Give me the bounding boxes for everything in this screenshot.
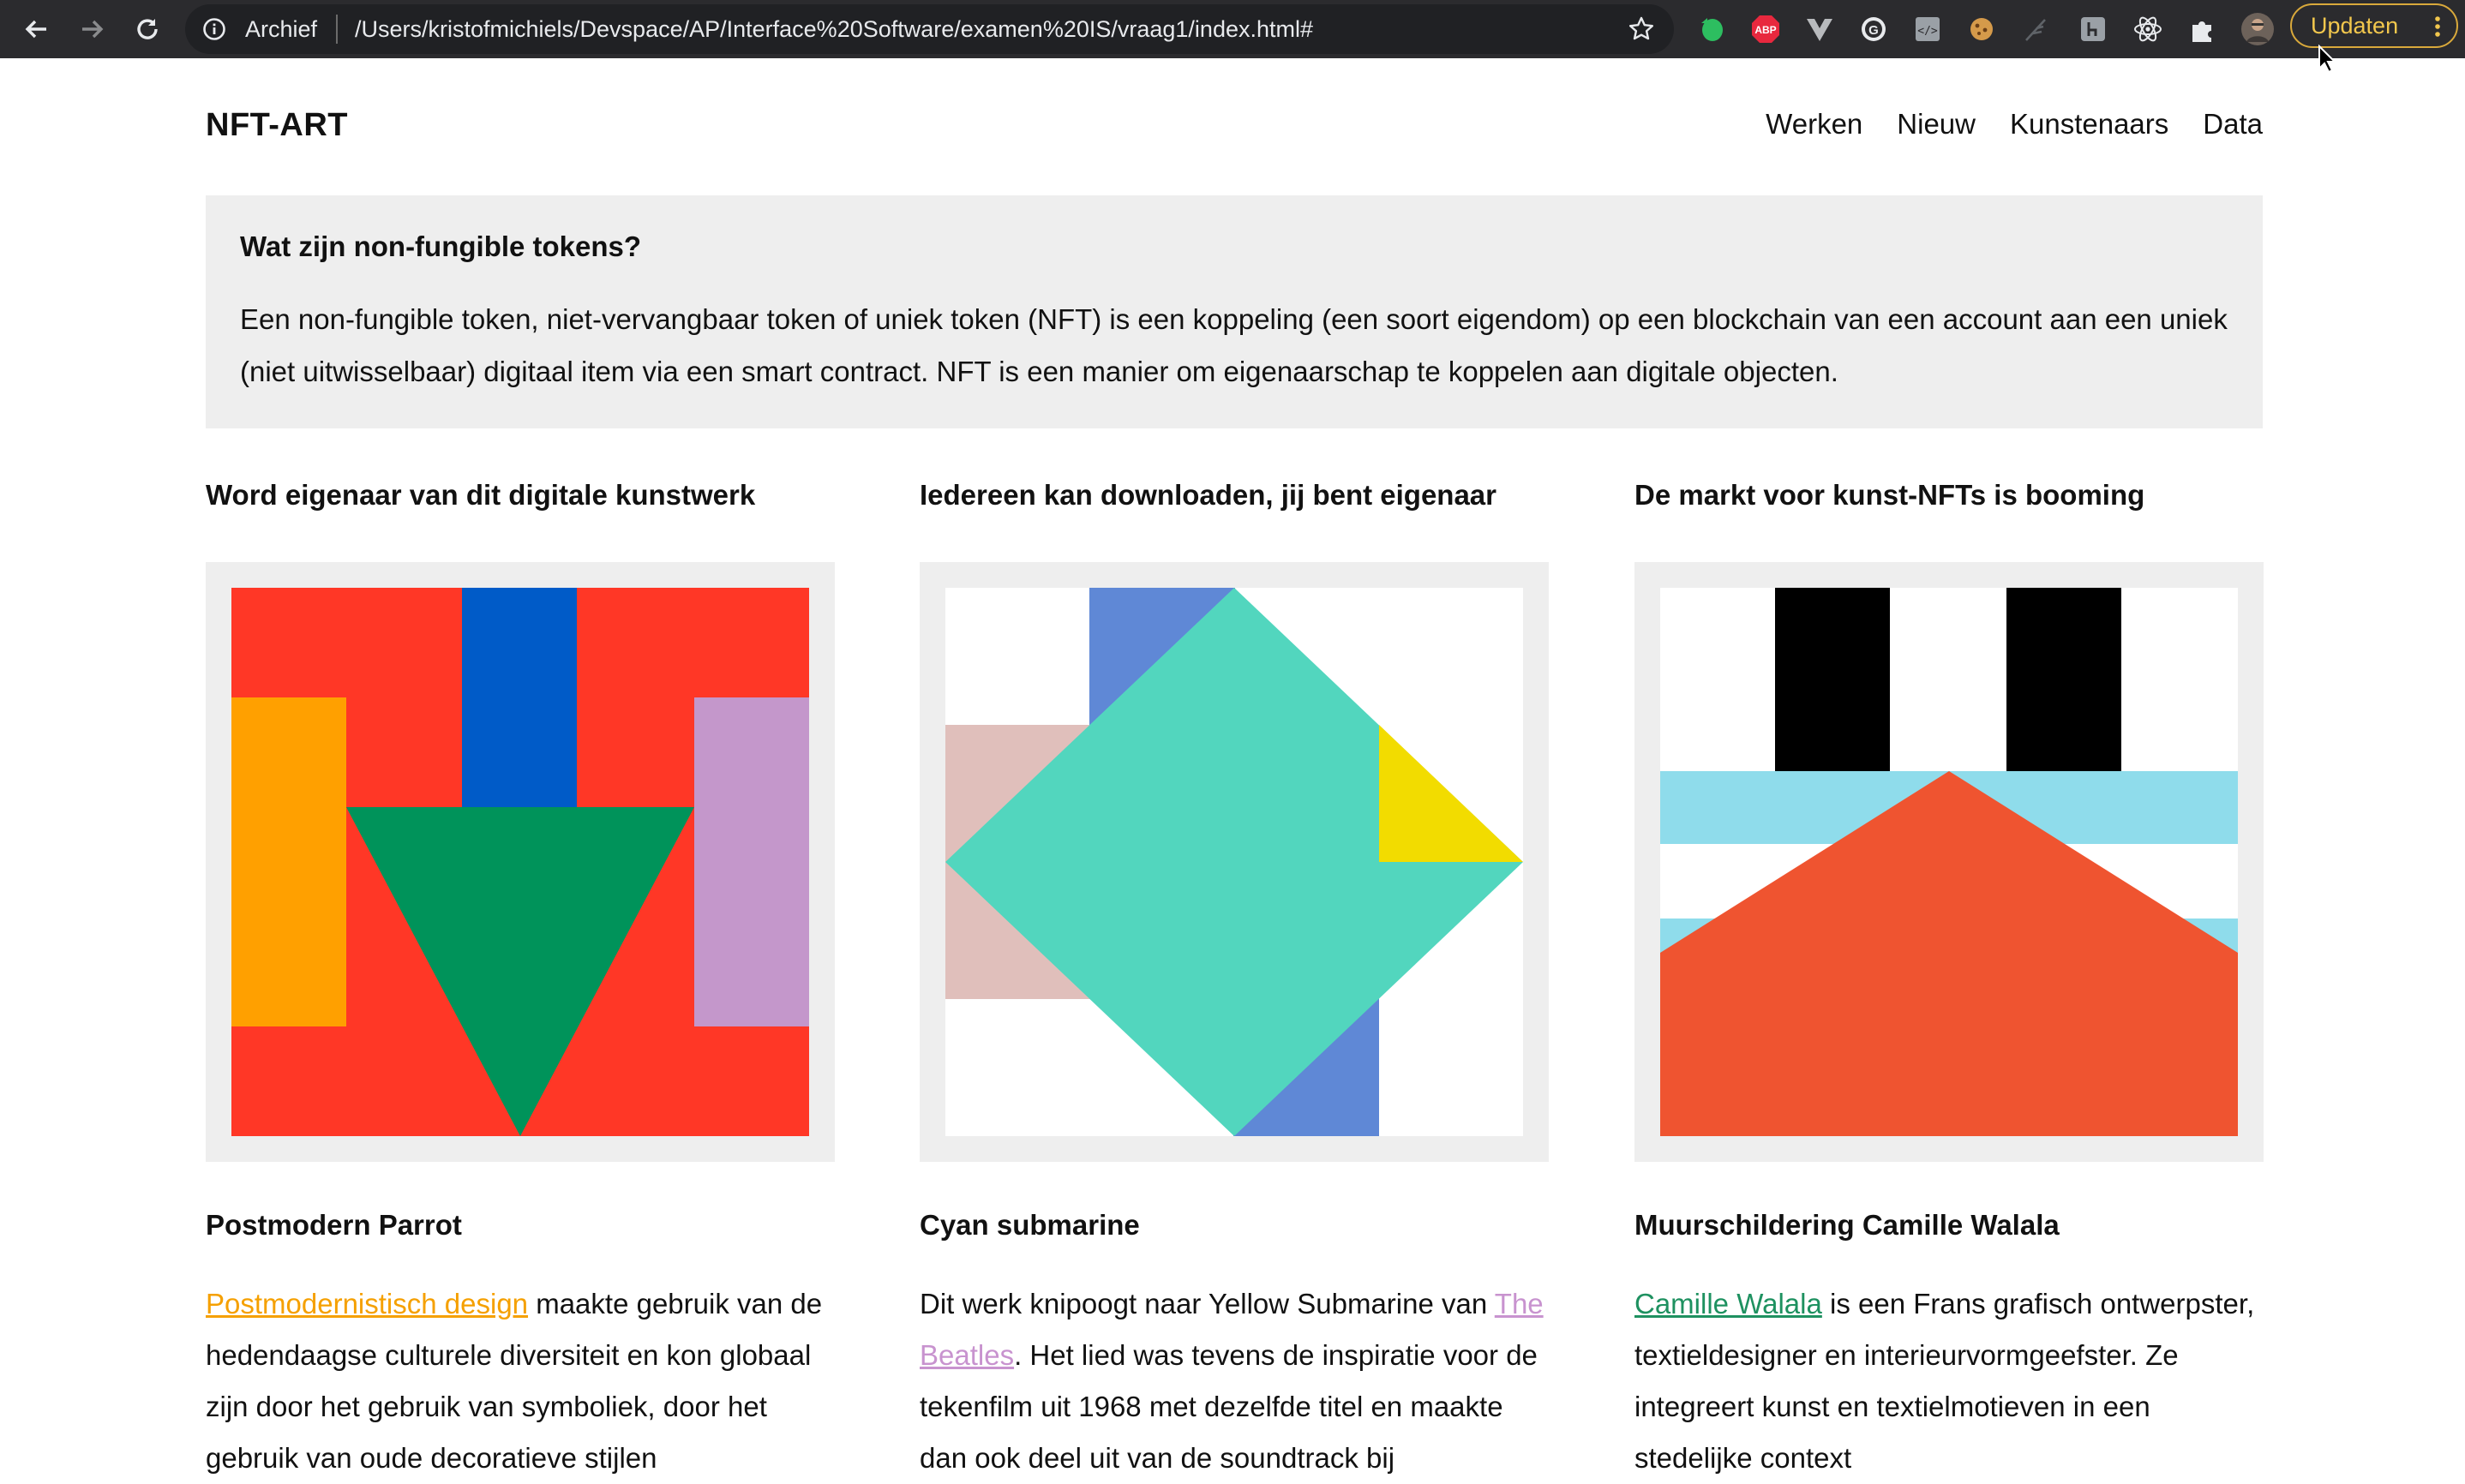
description-text-before: Dit werk knipoogt naar Yellow Submarine …: [920, 1288, 1495, 1319]
camille-walala-artwork: [1660, 588, 2238, 1136]
update-label: Updaten: [2311, 12, 2399, 39]
artwork-card-camille-walala: De markt voor kunst-NFTs is booming Muur…: [1634, 476, 2264, 1474]
menu-kebab-icon[interactable]: [2434, 15, 2441, 44]
svg-text:</>: </>: [1917, 25, 1938, 38]
site-title[interactable]: NFT-ART: [206, 106, 348, 144]
camille-walala-link[interactable]: Camille Walala: [1634, 1288, 1822, 1319]
vue-devtools-icon[interactable]: [1801, 10, 1838, 48]
art-black-bar-right: [2006, 588, 2121, 771]
intro-box: Wat zijn non-fungible tokens? Een non-fu…: [206, 195, 2263, 428]
nav-item-kunstenaars[interactable]: Kunstenaars: [2010, 106, 2168, 142]
card-heading: De markt voor kunst-NFTs is booming: [1634, 479, 2145, 511]
artwork-frame: [206, 562, 835, 1162]
location-label: Archief: [245, 16, 318, 42]
hypothesis-icon[interactable]: [2074, 10, 2112, 48]
back-icon[interactable]: [15, 9, 57, 50]
feather-icon[interactable]: [2017, 10, 2054, 48]
postmodernism-link[interactable]: Postmodernistisch design: [206, 1288, 528, 1319]
web-developer-icon[interactable]: </>: [1909, 10, 1946, 48]
artwork-title: Postmodern Parrot: [206, 1209, 462, 1241]
artwork-frame: [920, 562, 1549, 1162]
profile-avatar-icon[interactable]: [2239, 10, 2276, 48]
grammarly-icon[interactable]: G: [1855, 10, 1892, 48]
svg-text:G: G: [1868, 23, 1879, 38]
art-orange-block: [231, 697, 346, 1026]
address-separator: [336, 15, 338, 44]
cyan-submarine-artwork: [945, 588, 1523, 1136]
card-heading: Iedereen kan downloaden, jij bent eigena…: [920, 479, 1497, 511]
nav-item-werken[interactable]: Werken: [1766, 106, 1862, 142]
artwork-card-cyan-submarine: Iedereen kan downloaden, jij bent eigena…: [920, 476, 1549, 1474]
mouse-cursor-icon: [2318, 44, 2337, 78]
artwork-frame: [1634, 562, 2264, 1162]
artwork-description: Dit werk knipoogt naar Yellow Submarine …: [920, 1278, 1549, 1484]
artwork-description: Camille Walala is een Frans grafisch ont…: [1634, 1278, 2264, 1484]
artwork-title: Cyan submarine: [920, 1209, 1140, 1241]
nav-item-nieuw[interactable]: Nieuw: [1897, 106, 1976, 142]
address-bar[interactable]: Archief /Users/kristofmichiels/Devspace/…: [185, 4, 1674, 54]
art-black-bar-left: [1775, 588, 1890, 771]
update-button[interactable]: Updaten: [2290, 3, 2458, 48]
reload-icon[interactable]: [127, 9, 168, 50]
info-icon[interactable]: [202, 17, 226, 45]
adblock-plus-icon[interactable]: ABP: [1747, 10, 1784, 48]
react-devtools-icon[interactable]: [2129, 10, 2167, 48]
nav-item-data[interactable]: Data: [2203, 106, 2263, 142]
extensions-puzzle-icon[interactable]: [2184, 10, 2222, 48]
art-lilac-block: [694, 697, 809, 1026]
artwork-description: Postmodernistisch design maakte gebruik …: [206, 1278, 835, 1484]
card-heading: Word eigenaar van dit digitale kunstwerk: [206, 479, 756, 511]
intro-text: Een non-fungible token, niet-vervangbaar…: [240, 303, 2228, 387]
artwork-card-postmodern-parrot: Word eigenaar van dit digitale kunstwerk…: [206, 476, 835, 1474]
intro-heading: Wat zijn non-fungible tokens?: [240, 230, 642, 262]
cookie-icon[interactable]: [1963, 10, 2000, 48]
bookmark-star-icon[interactable]: [1628, 15, 1655, 47]
main-nav: Werken Nieuw Kunstenaars Data: [1766, 106, 2263, 142]
browser-toolbar: Archief /Users/kristofmichiels/Devspace/…: [0, 0, 2465, 58]
evernote-icon[interactable]: [1693, 10, 1730, 48]
artwork-title: Muurschildering Camille Walala: [1634, 1209, 2060, 1241]
art-blue-bar: [462, 588, 577, 807]
svg-text:ABP: ABP: [1754, 24, 1776, 36]
url-text[interactable]: /Users/kristofmichiels/Devspace/AP/Inter…: [355, 15, 1313, 43]
postmodern-parrot-artwork: [231, 588, 809, 1136]
forward-icon[interactable]: [72, 9, 113, 50]
